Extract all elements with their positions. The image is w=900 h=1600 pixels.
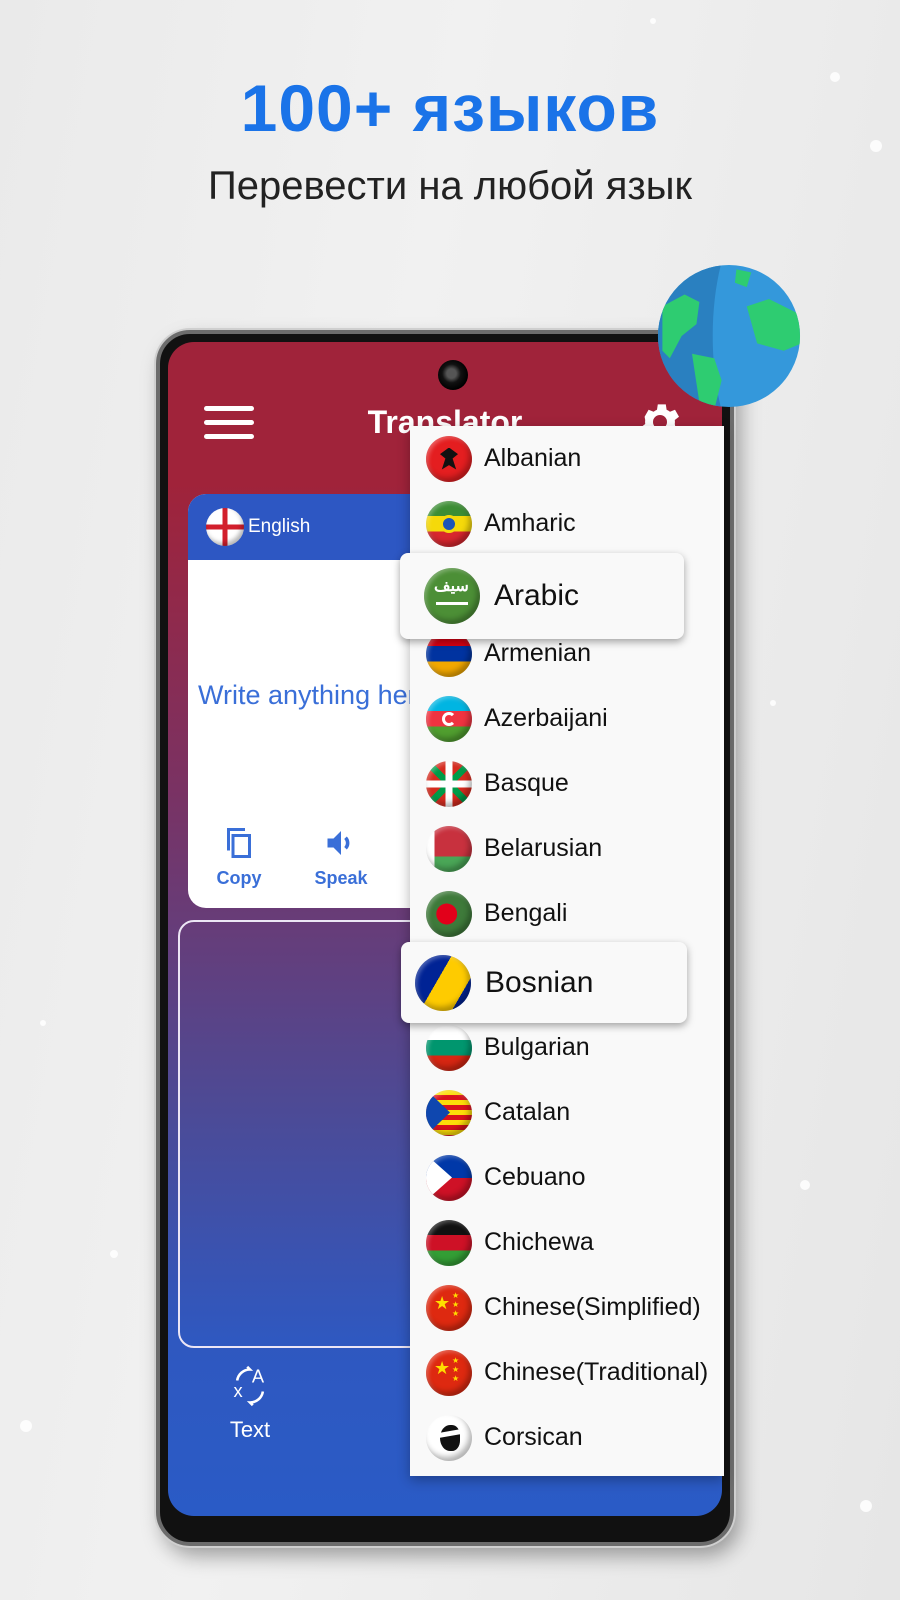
albania-flag-icon: [426, 435, 472, 482]
bosnia-flag-icon: [415, 954, 471, 1011]
copy-icon: [227, 828, 251, 858]
copy-label: Copy: [216, 868, 262, 888]
promo-headline: 100+ языков: [240, 71, 660, 145]
language-option[interactable]: Azerbaijani: [410, 686, 724, 751]
language-option[interactable]: Amharic: [410, 491, 724, 556]
language-option[interactable]: Cebuano: [410, 1145, 724, 1210]
ethiopia-flag-icon: [426, 500, 472, 547]
speaker-icon: [327, 831, 350, 855]
language-label: Armenian: [484, 639, 591, 667]
background-dot: [650, 18, 656, 24]
language-option[interactable]: ★ ★ ★ ★ Chinese(Simplified): [410, 1275, 724, 1340]
svg-text:x: x: [234, 1380, 243, 1401]
globe-icon: [657, 264, 801, 408]
speak-label: Speak: [314, 868, 368, 888]
language-label: Catalan: [484, 1098, 571, 1126]
language-label: Chichewa: [484, 1228, 594, 1256]
background-dot: [20, 1420, 32, 1432]
language-option[interactable]: Bulgarian: [410, 1015, 724, 1080]
source-actions: Copy Speak: [188, 824, 392, 889]
language-label: Corsican: [484, 1423, 583, 1451]
language-label: Cebuano: [484, 1163, 586, 1191]
language-option[interactable]: Belarusian: [410, 816, 724, 881]
bulgaria-flag-icon: [426, 1024, 472, 1071]
china-flag-icon: ★ ★ ★ ★: [426, 1284, 472, 1331]
language-label: Albanian: [484, 444, 582, 472]
language-label: Bengali: [484, 899, 568, 927]
language-label: Chinese(Simplified): [484, 1293, 701, 1321]
basque-flag-icon: [426, 760, 472, 807]
bottom-tab-label: Text: [229, 1417, 271, 1442]
language-label: Amharic: [484, 509, 576, 537]
bottom-tab-text[interactable]: x A Text: [228, 1364, 272, 1443]
language-label: Chinese(Traditional): [484, 1358, 709, 1386]
language-label: Belarusian: [484, 834, 603, 862]
language-label: Arabic: [494, 579, 580, 612]
translate-icon: x A: [234, 1365, 265, 1407]
background-dot: [40, 1020, 46, 1026]
language-label: Basque: [484, 769, 569, 797]
azerbaijan-flag-icon: [426, 695, 472, 742]
china-flag-icon: ★ ★ ★ ★: [426, 1349, 472, 1396]
language-option[interactable]: Chichewa: [410, 1210, 724, 1275]
background-dot: [860, 1500, 872, 1512]
speak-button[interactable]: Speak: [290, 824, 392, 889]
belarus-flag-icon: [426, 825, 472, 872]
saudi-arabia-flag-icon: سيف: [424, 568, 480, 624]
source-text-input[interactable]: Write anything here: [198, 680, 432, 711]
bangladesh-flag-icon: [426, 890, 472, 937]
language-label: Bulgarian: [484, 1033, 590, 1061]
background-dot: [110, 1250, 118, 1258]
language-option[interactable]: ★ ★ ★ ★ Chinese(Traditional): [410, 1340, 724, 1405]
language-option[interactable]: Corsican: [410, 1405, 724, 1470]
corsica-flag-icon: [426, 1414, 472, 1461]
language-option[interactable]: Catalan: [410, 1080, 724, 1145]
copy-button[interactable]: Copy: [188, 824, 290, 889]
language-label: Bosnian: [485, 965, 594, 999]
philippines-flag-icon: [426, 1154, 472, 1201]
catalonia-flag-icon: [426, 1089, 472, 1136]
language-option-highlighted[interactable]: Bosnian: [401, 942, 687, 1023]
malawi-flag-icon: [426, 1219, 472, 1266]
language-option-highlighted[interactable]: سيف Arabic: [400, 553, 684, 639]
promo-subline: Перевести на любой язык: [208, 164, 692, 208]
language-option[interactable]: Basque: [410, 751, 724, 816]
england-flag-icon: [206, 508, 244, 546]
source-language-label: English: [248, 516, 311, 537]
svg-text:A: A: [252, 1365, 265, 1386]
language-option[interactable]: Albanian: [410, 426, 724, 491]
language-option[interactable]: Bengali: [410, 881, 724, 946]
background-dot: [770, 700, 776, 706]
camera-icon: [438, 360, 468, 390]
language-label: Azerbaijani: [484, 704, 608, 732]
background-dot: [800, 1180, 810, 1190]
